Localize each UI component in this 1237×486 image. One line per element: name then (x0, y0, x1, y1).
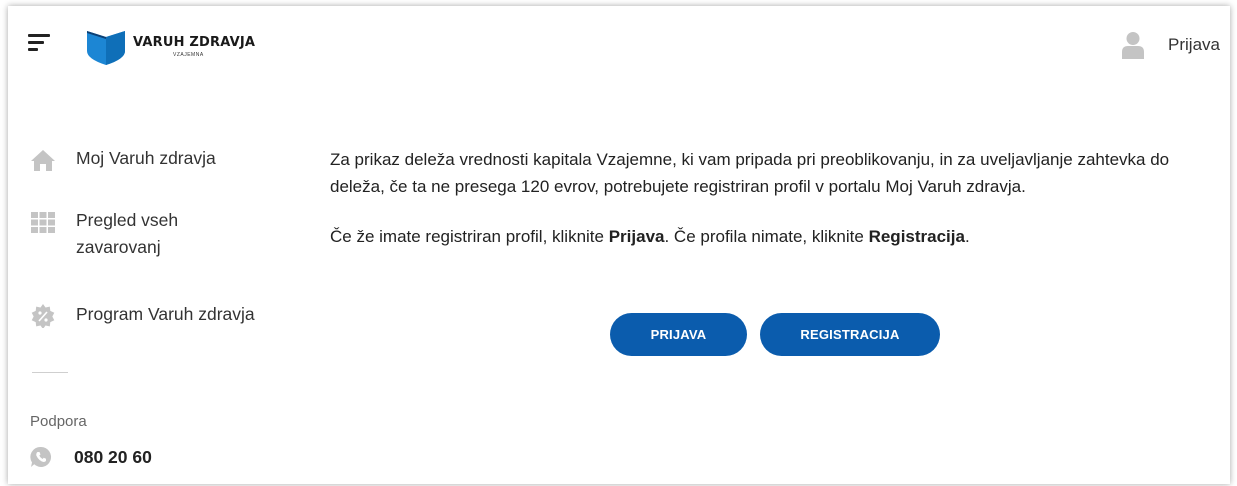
instruction-paragraph: Če že imate registriran profil, kliknite… (330, 223, 1210, 250)
hamburger-menu-icon[interactable] (28, 34, 52, 54)
logo[interactable]: VARUH ZDRAVJA VZAJEMNA (85, 25, 285, 65)
support-phone-link[interactable]: 080 20 60 (30, 446, 152, 468)
user-login-label: Prijava (1168, 35, 1220, 54)
shield-book-logo-icon (87, 31, 125, 65)
info-paragraph: Za prikaz deleža vrednosti kapitala Vzaj… (330, 150, 1170, 196)
sidebar-divider (32, 372, 68, 373)
badge-icon (31, 304, 55, 328)
instruction-middle: . Če profila nimate, kliknite (664, 227, 869, 246)
instruction-prefix: Če že imate registriran profil, kliknite (330, 227, 609, 246)
sidebar-item-pregled-zavarovanj[interactable]: Pregled vseh zavarovanj (30, 210, 178, 261)
logo-text: VARUH ZDRAVJA (133, 35, 256, 50)
main-content: Za prikaz deleža vrednosti kapitala Vzaj… (330, 146, 1210, 250)
login-button[interactable]: PRIJAVA (610, 313, 747, 356)
phone-chat-icon (30, 446, 52, 467)
instruction-login-word: Prijava (608, 227, 665, 246)
logo-subtext: VZAJEMNA (173, 52, 204, 58)
app-window: VARUH ZDRAVJA VZAJEMNA Prijava Moj Varuh… (8, 6, 1230, 484)
support-title: Podpora (30, 413, 87, 430)
register-button[interactable]: REGISTRACIJA (760, 313, 940, 356)
support-phone-number: 080 20 60 (74, 446, 152, 467)
sidebar-item-label: Program Varuh zdravja (76, 304, 255, 324)
sidebar-item-program-varuh[interactable]: Program Varuh zdravja (30, 304, 255, 328)
instruction-register-word: Registracija (868, 227, 965, 246)
instruction-suffix: . (964, 227, 970, 246)
user-icon (1122, 32, 1145, 59)
header: VARUH ZDRAVJA VZAJEMNA Prijava (8, 6, 1230, 86)
grid-icon (31, 212, 55, 233)
home-icon (31, 150, 55, 171)
sidebar-item-label-line1: Pregled vseh (76, 210, 179, 230)
login-link[interactable]: Prijava (1122, 28, 1220, 62)
sidebar-item-moj-varuh[interactable]: Moj Varuh zdravja (30, 148, 216, 172)
sidebar-item-label: Moj Varuh zdravja (76, 148, 216, 168)
sidebar-item-label: Pregled vseh zavarovanj (76, 207, 178, 261)
sidebar-item-label-line2: zavarovanj (76, 237, 161, 257)
